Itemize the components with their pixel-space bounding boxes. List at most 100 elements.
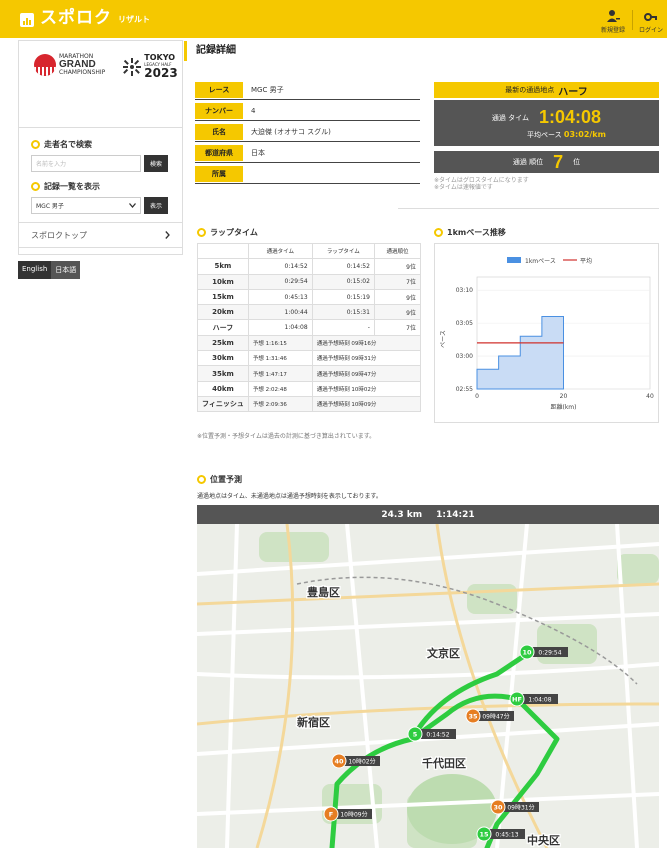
marker-number: 5 (413, 731, 418, 739)
latest-rank-box: 通過 順位 7 位 (434, 151, 659, 173)
course-marker[interactable]: 10時02分 40 (331, 753, 380, 769)
lap-rank: 7位 (373, 319, 422, 336)
user-add-icon (596, 5, 630, 23)
chart-logo-icon (20, 13, 34, 27)
course-marker[interactable]: 0:29:54 10 (519, 644, 568, 660)
table-row: ハーフ 1:04:08-7位 (197, 319, 422, 336)
info-label: 所属 (195, 165, 243, 182)
key-icon (634, 5, 667, 23)
legend-label-pace: 1kmペース (525, 258, 556, 265)
lap-point: フィニッシュ (197, 395, 249, 413)
info-value: MGC 男子 (251, 85, 284, 94)
sporoku-logo[interactable]: スポロク リザルト (20, 9, 150, 27)
chevron-down-icon (129, 203, 136, 208)
marker-label: 09時31分 (507, 804, 534, 812)
ward-label: 豊島区 (307, 585, 340, 599)
table-row: 10km 0:29:54 0:15:02 7位 (197, 273, 422, 290)
mgc-logo: MARATHON GRAND CHAMPIONSHIP (34, 54, 105, 76)
table-row: 25km 予想 1:16:15 通過予想時刻 09時16分 (197, 334, 422, 352)
circle-bullet-icon (31, 182, 40, 191)
x-tick-label: 0 (475, 393, 479, 400)
lap-heading: ラップタイム (197, 227, 258, 238)
lap-rank: 7位 (373, 273, 422, 290)
pace-label: 平均ペース (527, 131, 562, 139)
info-row: 都道府県 日本 (195, 143, 420, 163)
course-marker[interactable]: 1:04:08 HF (509, 691, 558, 707)
lap-pass: 予想 2:09:36 (247, 395, 313, 413)
ward-label: 千代田区 (422, 756, 466, 770)
circle-bullet-icon (197, 228, 206, 237)
lap-rank: 9位 (373, 258, 422, 275)
marker-label: 0:14:52 (426, 732, 449, 739)
marker-label: 10時09分 (340, 811, 367, 819)
map-position-bar: 24.3 km 1:14:21 (197, 505, 659, 524)
list-heading: 記録一覧を表示 (19, 181, 182, 192)
latest-rank: 7 (553, 151, 564, 172)
marker-number: 40 (334, 758, 344, 766)
lap-rank: 9位 (373, 288, 422, 306)
info-label: ナンバー (195, 102, 243, 119)
lap-note: ※位置予測・予想タイムは過去の計測に基づき算出されています。 (197, 433, 376, 440)
course-marker[interactable]: 09時47分 35 (465, 708, 514, 724)
marker-number: 10 (522, 649, 532, 657)
table-row: 40km 予想 2:02:48 通過予想時刻 10時02分 (197, 380, 422, 397)
y-tick-label: 03:00 (456, 353, 473, 360)
name-search-input[interactable]: 名前を入力 (31, 155, 141, 172)
login-button[interactable]: ログイン (634, 5, 667, 34)
show-list-button[interactable]: 表示 (144, 197, 169, 214)
lap-pass: 1:04:08 (247, 319, 313, 336)
lang-english[interactable]: English (18, 261, 52, 279)
lap-pass: 予想 1:16:15 (247, 334, 313, 352)
course-marker[interactable]: 10時09分 F (323, 806, 372, 822)
park-area (259, 532, 329, 562)
course-marker[interactable]: 0:45:13 15 (476, 826, 525, 842)
info-label: 氏名 (195, 123, 243, 140)
course-marker[interactable]: 0:14:52 5 (407, 726, 456, 742)
lap-point: ハーフ (197, 319, 249, 336)
info-row: ナンバー 4 (195, 101, 420, 121)
lap-pass: 予想 2:02:48 (247, 380, 313, 397)
circle-bullet-icon (434, 228, 443, 237)
lap-lap: - (311, 319, 375, 336)
time-label: 通過 タイム (491, 113, 530, 122)
lap-pass: 1:00:44 (247, 304, 313, 321)
lap-lap: 0:15:19 (311, 288, 375, 306)
info-row: 所属 (195, 164, 420, 184)
search-button[interactable]: 検索 (144, 155, 169, 172)
table-row: 35km 予想 1:47:17 通過予想時刻 09時47分 (197, 365, 422, 382)
tokyo-year: 2023 (144, 66, 178, 80)
language-switch: English 日本語 (18, 261, 81, 279)
sidebar-divider (19, 127, 182, 128)
sporoku-top-link[interactable]: スポロクトップ (19, 223, 182, 247)
ward-label: 中央区 (527, 833, 560, 847)
pace-heading-text: 1kmペース推移 (447, 228, 506, 237)
y-tick-label: 02:55 (456, 386, 473, 393)
list-heading-text: 記録一覧を表示 (44, 182, 100, 191)
map-elapsed-time: 1:14:21 (436, 509, 475, 520)
table-row: フィニッシュ 予想 2:09:36 通過予想時刻 10時09分 (197, 395, 422, 413)
mgc-emblem-icon (34, 54, 56, 76)
lap-point: 25km (197, 334, 249, 352)
lang-japanese[interactable]: 日本語 (51, 261, 81, 279)
course-marker[interactable]: 09時31分 30 (490, 799, 539, 815)
course-map[interactable]: 豊島区 文京区 新宿区 千代田区 中央区 0:14:52 5 0:29:54 10 1:04:08… (197, 524, 659, 848)
race-select[interactable]: MGC 男子 (31, 197, 141, 214)
register-button[interactable]: 新規登録 (596, 5, 630, 34)
table-row: 15km 0:45:13 0:15:19 9位 (197, 288, 422, 306)
chevron-right-icon (165, 231, 170, 239)
lap-header: ラップタイム (311, 242, 375, 260)
lap-pass: 0:14:52 (247, 258, 313, 275)
x-tick-label: 40 (646, 393, 654, 400)
legend-swatch-pace (507, 257, 521, 263)
x-axis-label: 距離(km) (550, 403, 576, 411)
lap-header (197, 242, 249, 260)
runner-info-table: レース MGC 男子 ナンバー 4 氏名 大迫傑 (オオサコ スグル) 都道府県 日本 所属 (195, 80, 420, 185)
register-label: 新規登録 (600, 27, 625, 34)
course-map-svg[interactable]: 豊島区文京区新宿区千代田区中央区 0:14:52 5 0:29:54 10 1:04:08… (197, 524, 659, 848)
info-label: レース (195, 81, 243, 98)
lap-pass: 0:29:54 (247, 273, 313, 290)
marker-label: 1:04:08 (528, 697, 551, 704)
lap-lap: 通過予想時刻 10時02分 (311, 380, 422, 397)
lap-heading-text: ラップタイム (210, 228, 258, 237)
pace-chart: 02:55 03:00 03:05 03:10 0 20 40 距離(km) ペース 1kmペース… (434, 243, 659, 423)
